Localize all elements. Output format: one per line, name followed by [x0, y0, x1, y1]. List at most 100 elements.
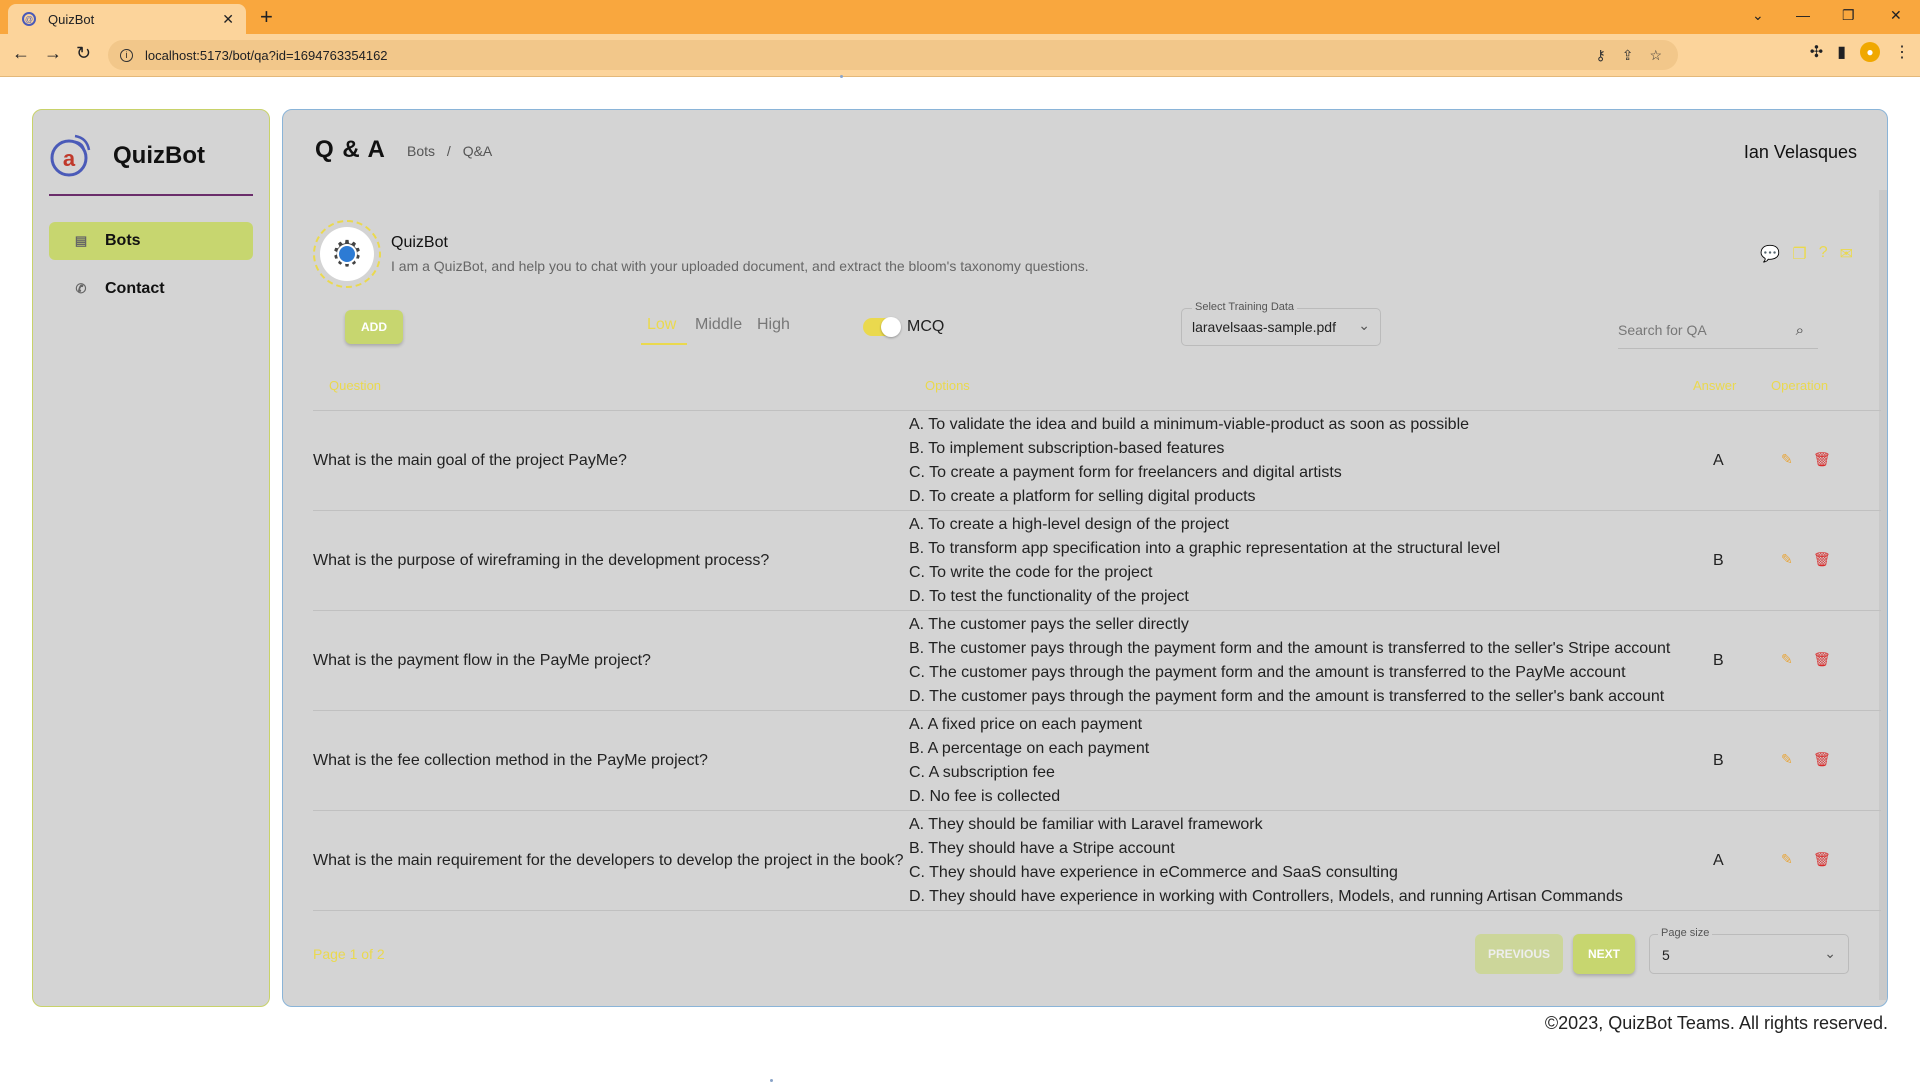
- active-tab-indicator: [641, 343, 687, 345]
- profile-avatar-icon[interactable]: ●: [1860, 42, 1880, 62]
- answer-cell: B: [1713, 652, 1724, 669]
- copy-icon[interactable]: ❐: [1792, 244, 1806, 264]
- table-row: What is the main goal of the project Pay…: [313, 411, 1881, 511]
- search-input[interactable]: Search for QA ⌕: [1618, 314, 1818, 349]
- share-icon[interactable]: ⇪: [1622, 47, 1634, 64]
- options-cell: A. To validate the idea and build a mini…: [909, 413, 1469, 509]
- url-text[interactable]: localhost:5173/bot/qa?id=1694763354162: [145, 48, 388, 63]
- chat-icon[interactable]: 💬: [1760, 244, 1780, 264]
- extensions-icon[interactable]: ✣: [1810, 42, 1823, 62]
- breadcrumb: Bots / Q&A: [407, 143, 500, 159]
- user-name[interactable]: Ian Velasques: [1744, 142, 1857, 163]
- window-close-button[interactable]: ✕: [1890, 0, 1902, 30]
- option-d: D. To test the functionality of the proj…: [909, 588, 1189, 605]
- new-tab-button[interactable]: +: [260, 4, 273, 30]
- option-c: C. The customer pays through the payment…: [909, 664, 1626, 681]
- maximize-button[interactable]: ❐: [1842, 0, 1855, 30]
- site-info-icon[interactable]: i: [120, 48, 133, 62]
- answer-cell: A: [1713, 452, 1724, 469]
- tab-title: QuizBot: [48, 11, 95, 27]
- message-icon[interactable]: ✉: [1840, 244, 1853, 264]
- answer-cell: B: [1713, 752, 1724, 769]
- option-a: A. The customer pays the seller directly: [909, 616, 1189, 633]
- reload-icon[interactable]: ↻: [76, 43, 91, 64]
- training-data-select[interactable]: Select Training Data laravelsaas-sample.…: [1181, 301, 1381, 346]
- option-d: D. They should have experience in workin…: [909, 888, 1623, 905]
- option-b: B. A percentage on each payment: [909, 740, 1150, 757]
- delete-icon[interactable]: 🗑: [1813, 451, 1831, 468]
- minimize-button[interactable]: —: [1796, 0, 1810, 30]
- mcq-toggle[interactable]: [863, 317, 901, 337]
- edit-icon[interactable]: ✎: [1781, 651, 1793, 668]
- side-panel-icon[interactable]: ▮: [1837, 42, 1846, 62]
- browser-tab[interactable]: @ QuizBot ✕: [8, 4, 246, 34]
- sidebar: a QuizBot ▤ Bots ✆ Contact: [32, 109, 270, 1007]
- table-row: What is the purpose of wireframing in th…: [313, 511, 1881, 611]
- add-button[interactable]: ADD: [345, 310, 403, 344]
- column-header-question: Question: [329, 378, 382, 393]
- breadcrumb-qa: Q&A: [462, 143, 493, 159]
- toggle-knob: [881, 317, 901, 337]
- sidebar-item-label: Bots: [105, 232, 141, 249]
- tab-close-icon[interactable]: ✕: [222, 11, 234, 28]
- page-size-value: 5: [1662, 947, 1670, 963]
- delete-icon[interactable]: 🗑: [1813, 751, 1831, 768]
- option-b: B. They should have a Stripe account: [909, 840, 1175, 857]
- delete-icon[interactable]: 🗑: [1813, 851, 1831, 868]
- table-row: What is the fee collection method in the…: [313, 711, 1881, 811]
- page-title: Q & A: [315, 136, 386, 163]
- edit-icon[interactable]: ✎: [1781, 551, 1793, 568]
- next-button[interactable]: NEXT: [1573, 934, 1635, 974]
- sidebar-item-label: Contact: [105, 280, 165, 297]
- bookmark-star-icon[interactable]: ☆: [1649, 47, 1662, 64]
- bot-avatar-dot: [337, 244, 357, 264]
- delete-icon[interactable]: 🗑: [1813, 551, 1831, 568]
- tab-high[interactable]: High: [757, 316, 790, 334]
- option-b: B. The customer pays through the payment…: [909, 640, 1671, 657]
- option-c: C. They should have experience in eComme…: [909, 864, 1398, 881]
- help-icon[interactable]: ?: [1819, 244, 1828, 264]
- brand-name: QuizBot: [113, 142, 205, 169]
- training-data-select-label: Select Training Data: [1192, 301, 1298, 313]
- previous-button[interactable]: PREVIOUS: [1475, 934, 1563, 974]
- options-cell: A. To create a high-level design of the …: [909, 513, 1500, 609]
- option-a: A. A fixed price on each payment: [909, 716, 1143, 733]
- tab-low[interactable]: Low: [647, 316, 676, 334]
- edit-icon[interactable]: ✎: [1781, 851, 1793, 868]
- question-cell: What is the fee collection method in the…: [313, 752, 708, 769]
- options-cell: A. A fixed price on each payment B. A pe…: [909, 713, 1149, 809]
- bot-actions: 💬 ❐ ? ✉: [1760, 244, 1853, 264]
- brand-divider: [49, 194, 253, 196]
- brand[interactable]: a QuizBot: [49, 132, 205, 180]
- edit-icon[interactable]: ✎: [1781, 451, 1793, 468]
- search-icon[interactable]: ⌕: [1796, 322, 1804, 339]
- forward-icon[interactable]: →: [44, 43, 62, 64]
- gear-icon: ⚙: [320, 227, 374, 281]
- mcq-label: MCQ: [907, 318, 945, 335]
- option-b: B. To implement subscription-based featu…: [909, 440, 1225, 457]
- option-a: A. To validate the idea and build a mini…: [909, 416, 1470, 433]
- delete-icon[interactable]: 🗑: [1813, 651, 1831, 668]
- column-header-options: Options: [925, 378, 970, 393]
- footer-copyright: ©2023, QuizBot Teams. All rights reserve…: [1544, 1013, 1888, 1033]
- tab-search-icon[interactable]: ⌄: [1752, 0, 1764, 30]
- option-a: A. To create a high-level design of the …: [909, 516, 1229, 533]
- page-info: Page 1 of 2: [313, 946, 385, 962]
- document-icon: ▤: [74, 233, 88, 248]
- page-size-select[interactable]: Page size 5 ⌄: [1649, 927, 1849, 974]
- tab-favicon-icon: @: [22, 12, 36, 26]
- back-icon[interactable]: ←: [12, 43, 30, 64]
- tab-middle[interactable]: Middle: [695, 316, 742, 334]
- option-d: D. The customer pays through the payment…: [909, 688, 1665, 705]
- column-header-answer: Answer: [1693, 378, 1737, 393]
- browser-menu-icon[interactable]: ⋮: [1894, 42, 1910, 62]
- bot-avatar: ⚙: [313, 220, 381, 288]
- address-bar[interactable]: i localhost:5173/bot/qa?id=1694763354162…: [108, 40, 1678, 70]
- key-icon[interactable]: ⚷: [1595, 47, 1605, 64]
- sidebar-item-contact[interactable]: ✆ Contact: [49, 270, 253, 308]
- browser-toolbar: ← → ↻ i localhost:5173/bot/qa?id=1694763…: [0, 34, 1920, 77]
- browser-tab-bar: @ QuizBot ✕ + ⌄ — ❐ ✕: [0, 0, 1920, 34]
- sidebar-item-bots[interactable]: ▤ Bots: [49, 222, 253, 260]
- edit-icon[interactable]: ✎: [1781, 751, 1793, 768]
- breadcrumb-bots[interactable]: Bots: [407, 143, 435, 159]
